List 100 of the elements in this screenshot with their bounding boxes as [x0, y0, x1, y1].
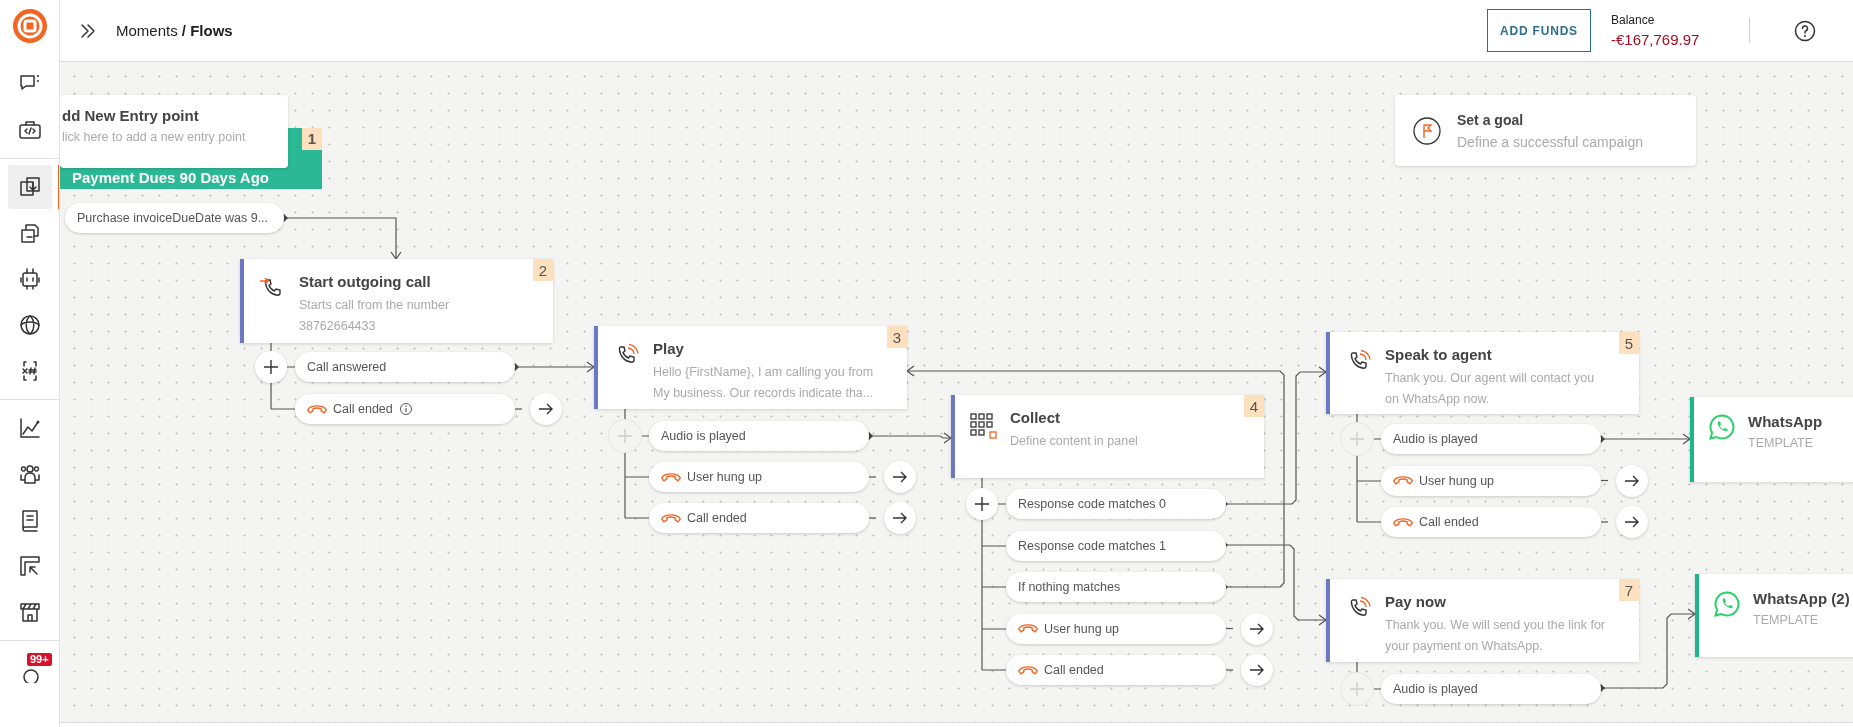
arrow-icon	[1249, 664, 1265, 676]
node-description: Hello {FirstName}, I am calling you from My business. Our records indicate tha...	[653, 364, 874, 402]
exit-option[interactable]: User hung up	[1006, 613, 1226, 644]
chat-bubble-icon	[1713, 590, 1741, 618]
arrow-icon	[1624, 474, 1640, 487]
node-title: Speak to agent	[1385, 346, 1493, 363]
export-icon	[17, 554, 42, 578]
step-number: 4	[1244, 395, 1264, 417]
popup-subtitle: lick here to add a new entry point	[62, 130, 247, 144]
goal-card[interactable]: Set a goal Define a successful campaign	[1395, 95, 1696, 166]
step-number: 7	[1619, 579, 1639, 601]
exit-option[interactable]: Audio is played	[649, 421, 869, 451]
branch-lines	[514, 408, 523, 410]
plus-icon	[975, 497, 989, 511]
robot-icon	[17, 267, 42, 291]
chart-icon	[17, 416, 42, 440]
condition-option[interactable]: Purchase invoiceDueDate was 9...	[65, 203, 284, 233]
exit-option[interactable]: Audio is played	[1381, 424, 1601, 454]
template-title: WhatsApp	[1748, 413, 1823, 430]
branch-lines	[1225, 627, 1234, 630]
step-node[interactable]: Speak to agent Thank you. Our agent will contact you on WhatsApp now. 5	[1326, 332, 1639, 414]
node-description: Define content in panel	[1010, 433, 1138, 450]
hang-up-icon	[1393, 476, 1413, 485]
hang-up-icon	[1018, 624, 1038, 633]
chat-bubble-icon	[1708, 413, 1736, 441]
plus-icon	[264, 360, 278, 374]
next-step-button[interactable]	[1241, 654, 1273, 686]
logo-icon[interactable]	[11, 8, 48, 44]
arrow-icon	[1624, 516, 1640, 528]
goal-subtitle: Define a successful campaign	[1457, 133, 1643, 150]
add-button[interactable]	[966, 488, 998, 520]
node-title: Collect	[1010, 409, 1061, 426]
exit-option[interactable]: Call ended	[295, 394, 515, 424]
store-icon	[17, 600, 42, 624]
selection-indicator	[57, 165, 59, 209]
step-number: 3	[887, 326, 907, 348]
hang-up-icon	[307, 404, 327, 414]
arrow-icon	[538, 403, 554, 415]
balance-label: Balance	[1611, 13, 1656, 27]
next-step-button[interactable]	[1616, 506, 1648, 538]
exit-option[interactable]: Call ended	[649, 503, 869, 533]
template-node[interactable]: WhatsApp (2) TEMPLATE	[1695, 574, 1853, 657]
add-funds-button[interactable]: ADD FUNDS	[1487, 9, 1591, 52]
info-icon[interactable]	[398, 402, 413, 416]
hang-up-icon	[661, 513, 681, 523]
hang-up-icon	[1393, 517, 1413, 527]
template-node[interactable]: WhatsApp TEMPLATE	[1690, 397, 1853, 482]
exit-option[interactable]: If nothing matches	[1006, 572, 1226, 602]
step-node[interactable]: Play Hello {FirstName}, I am calling you from My business. Our records indicate tha... 3	[594, 326, 907, 409]
popup-title: dd New Entry point	[62, 107, 200, 124]
node-title: Play	[653, 340, 685, 357]
next-step-button[interactable]	[884, 461, 916, 493]
branch-lines	[868, 476, 877, 478]
branch-lines	[868, 517, 877, 519]
goal-title: Set a goal	[1457, 111, 1525, 128]
entry-title: Payment Dues 90 Days Ago	[72, 169, 270, 186]
flows-icon	[17, 175, 42, 199]
node-description: Thank you. We will send you the link for your payment on WhatsApp.	[1385, 617, 1605, 655]
step-node[interactable]: Pay now Thank you. We will send you the link for your payment on WhatsApp. 7	[1326, 579, 1639, 662]
flag-icon	[1413, 116, 1441, 145]
code-icon	[17, 118, 42, 142]
step-node[interactable]: Collect Define content in panel 4	[951, 395, 1264, 478]
plus-icon	[1350, 682, 1364, 696]
next-step-button[interactable]	[530, 393, 562, 425]
next-step-button[interactable]	[1241, 612, 1273, 645]
template-label: TEMPLATE	[1753, 613, 1820, 627]
exit-option[interactable]: Audio is played	[1381, 674, 1601, 704]
node-title: Pay now	[1385, 593, 1447, 610]
exit-option[interactable]: User hung up	[649, 462, 869, 492]
keypad-icon	[969, 411, 999, 441]
hang-up-icon	[1018, 665, 1038, 675]
breadcrumb: Moments / Flows	[116, 22, 234, 39]
exit-option[interactable]: Call answered	[295, 352, 515, 382]
notification-badge: 99+	[27, 653, 52, 666]
plus-icon	[618, 429, 632, 443]
node-description: Starts call from the number 38762664433	[299, 297, 450, 335]
node-title: Start outgoing call	[299, 273, 432, 290]
exit-option[interactable]: Response code matches 0	[1006, 489, 1226, 519]
people-icon	[17, 462, 42, 486]
template-label: TEMPLATE	[1748, 436, 1815, 450]
arrow-icon	[892, 512, 908, 524]
exit-option[interactable]: Call ended	[1006, 655, 1226, 685]
step-number: 1	[302, 128, 322, 150]
branch-lines	[1600, 479, 1609, 482]
next-step-button[interactable]	[1616, 464, 1648, 497]
exit-option[interactable]: Response code matches 1	[1006, 530, 1226, 561]
help-icon[interactable]	[1794, 19, 1816, 42]
add-button[interactable]	[255, 351, 287, 383]
arrow-icon	[1249, 622, 1265, 635]
node-description: Thank you. Our agent will contact you on WhatsApp now.	[1385, 370, 1595, 408]
entry-popup[interactable]: dd New Entry point lick here to add a new entry point	[60, 95, 288, 168]
balance-amount: -€167,769.97	[1611, 31, 1701, 48]
exit-option[interactable]: User hung up	[1381, 465, 1601, 496]
step-number: 2	[533, 259, 553, 281]
arrow-icon	[892, 471, 908, 483]
hang-up-icon	[661, 472, 681, 482]
step-node[interactable]: Start outgoing call Starts call from the number 38762664433 2	[240, 259, 553, 343]
next-step-button[interactable]	[884, 502, 916, 534]
exit-option[interactable]: Call ended	[1381, 507, 1601, 537]
step-number: 5	[1619, 332, 1639, 354]
